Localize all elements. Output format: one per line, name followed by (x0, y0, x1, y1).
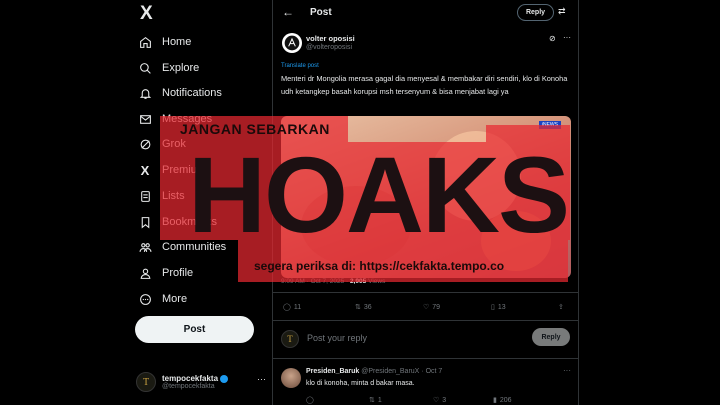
author-avatar-icon (284, 35, 300, 51)
header-reply-button[interactable]: Reply (517, 4, 554, 21)
bookmark-icon: ▯ (491, 304, 495, 311)
comment-views-action[interactable]: ▮ 206 (493, 396, 512, 405)
tweet-meta: 9:09 AM · Oct 7, 2025 · 2,905 Views (281, 278, 385, 285)
nav-label: Profile (162, 267, 194, 279)
nav-home[interactable]: Home (138, 31, 191, 53)
reply-count: 11 (293, 303, 302, 311)
account-handle: @tempocekfakta (162, 383, 215, 390)
bookmark-icon (138, 215, 152, 229)
like-action[interactable]: ♡ 79 (423, 303, 441, 312)
nav-label: Notifications (162, 87, 222, 99)
bell-icon (138, 86, 152, 100)
nav-bookmarks[interactable]: Bookmarks (138, 211, 217, 233)
nav-label: Premium (162, 164, 207, 176)
nav-label: Home (162, 36, 192, 48)
avatar: T (136, 372, 156, 392)
comment-reply-action[interactable]: ◯ (306, 396, 314, 404)
repost-icon: ⇅ (355, 304, 361, 311)
tweet-media[interactable]: iNEWS (281, 116, 571, 278)
inews-badge: iNEWS (538, 121, 561, 129)
avatar: T (281, 330, 299, 348)
reply-icon: ◯ (306, 397, 314, 404)
nav-more[interactable]: More (138, 288, 187, 310)
grok-icon (138, 137, 152, 151)
nav-grok[interactable]: Grok (138, 133, 186, 155)
reply-icon: ◯ (283, 304, 291, 311)
heart-icon: ♡ (433, 397, 440, 404)
reply-action[interactable]: ◯ 11 (283, 303, 302, 312)
account-name: tempocekfakta (162, 374, 219, 383)
share-action[interactable]: ⇪ (558, 303, 564, 311)
nav-label: Lists (162, 190, 185, 202)
nav-premium[interactable]: X Premium (138, 159, 206, 181)
views-label: Views (366, 278, 386, 285)
author-name[interactable]: volter oposisi (306, 34, 355, 43)
bookmark-action[interactable]: ▯ 13 (491, 303, 506, 312)
sidebar: X Home Explore Notifications Messages Gr… (128, 0, 271, 405)
search-icon (138, 61, 152, 75)
translate-link[interactable]: Translate post (281, 63, 319, 69)
like-count: 79 (432, 303, 441, 311)
repost-count: 1 (377, 396, 382, 404)
views-icon: ▮ (493, 397, 497, 404)
nav-messages[interactable]: Messages (138, 108, 212, 130)
page-title: Post (310, 7, 332, 18)
x-icon: X (140, 162, 150, 178)
x-logo-icon[interactable]: X (140, 4, 160, 24)
heart-icon: ♡ (423, 304, 430, 311)
comment-handle: @Presiden_BaruX · Oct 7 (361, 368, 443, 375)
back-arrow-icon[interactable]: ← (282, 5, 294, 19)
views-count: 2,905 (350, 278, 367, 285)
nav-label: Bookmarks (162, 216, 218, 228)
verified-icon (220, 374, 229, 383)
nav-notifications[interactable]: Notifications (138, 82, 222, 104)
more-icon[interactable]: ··· (563, 366, 571, 375)
repost-action[interactable]: ⇅ 36 (355, 303, 372, 312)
post-button[interactable]: Post (135, 316, 254, 343)
comment-repost-action[interactable]: ⇅ 1 (369, 396, 382, 405)
nav-lists[interactable]: Lists (138, 185, 185, 207)
comment-author[interactable]: Presiden_Baruk (306, 368, 359, 375)
tweet-text: Menteri dr Mongolia merasa gagal dia men… (281, 74, 568, 96)
people-icon (138, 240, 152, 254)
like-count: 3 (442, 396, 447, 404)
nav-label: More (162, 293, 188, 305)
nav-explore[interactable]: Explore (138, 57, 199, 79)
more-icon[interactable]: ··· (257, 374, 266, 384)
nav-label: Communities (162, 241, 227, 253)
bookmark-count: 13 (497, 303, 506, 311)
account-switcher[interactable]: T tempocekfakta @tempocekfakta ··· (136, 368, 268, 396)
person-icon (138, 266, 152, 280)
repost-icon: ⇅ (369, 397, 375, 404)
more-circle-icon (138, 292, 152, 306)
nav-label: Explore (162, 62, 200, 74)
more-icon[interactable]: ··· (563, 33, 571, 42)
author-avatar[interactable] (282, 33, 302, 53)
nav-label: Messages (162, 113, 213, 125)
views-count: 206 (499, 396, 512, 404)
nav-communities[interactable]: Communities (138, 236, 226, 258)
list-icon (138, 189, 152, 203)
nav-profile[interactable]: Profile (138, 262, 193, 284)
comment-like-action[interactable]: ♡ 3 (433, 396, 447, 405)
comment-avatar[interactable] (281, 368, 301, 388)
author-handle[interactable]: @volteroposisi (306, 44, 352, 51)
comment-header: Presiden_Baruk @Presiden_BaruX · Oct 7 (306, 368, 442, 375)
home-icon (138, 35, 152, 49)
grok-icon[interactable]: ⊘ (549, 34, 556, 43)
reply-input[interactable]: Post your reply (307, 333, 367, 343)
nav-label: Grok (162, 138, 186, 150)
settings-icon[interactable]: ⇄ (558, 6, 566, 17)
main-column: ← Post Reply ⇄ volter oposisi @volteropo… (272, 0, 579, 405)
comment-text: klo di konoha, minta d bakar masa. (306, 380, 415, 387)
share-icon: ⇪ (558, 304, 564, 311)
reply-button[interactable]: Reply (532, 328, 570, 346)
repost-count: 36 (363, 303, 372, 311)
mail-icon (138, 112, 152, 126)
timestamp: 9:09 AM · Oct 7, 2025 · (281, 278, 351, 285)
